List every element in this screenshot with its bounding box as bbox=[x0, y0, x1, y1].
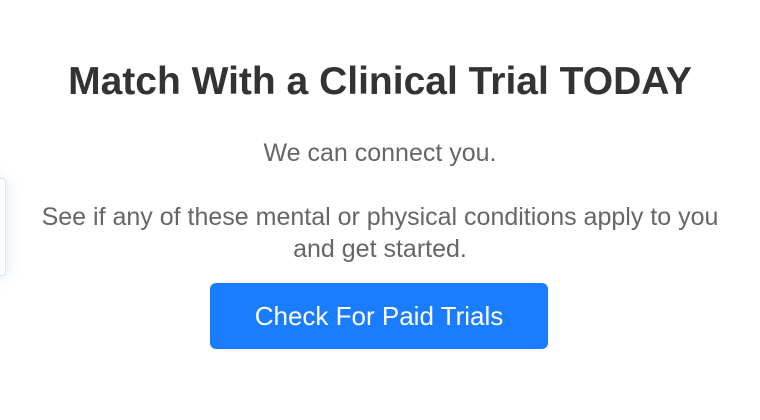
subtitle-text: We can connect you. bbox=[263, 139, 497, 167]
page-title: Match With a Clinical Trial TODAY bbox=[68, 60, 692, 103]
description-text: See if any of these mental or physical c… bbox=[41, 203, 719, 263]
side-card-edge bbox=[0, 178, 6, 276]
check-paid-trials-button[interactable]: Check For Paid Trials bbox=[210, 283, 548, 349]
page: Match With a Clinical Trial TODAY We can… bbox=[0, 0, 760, 420]
